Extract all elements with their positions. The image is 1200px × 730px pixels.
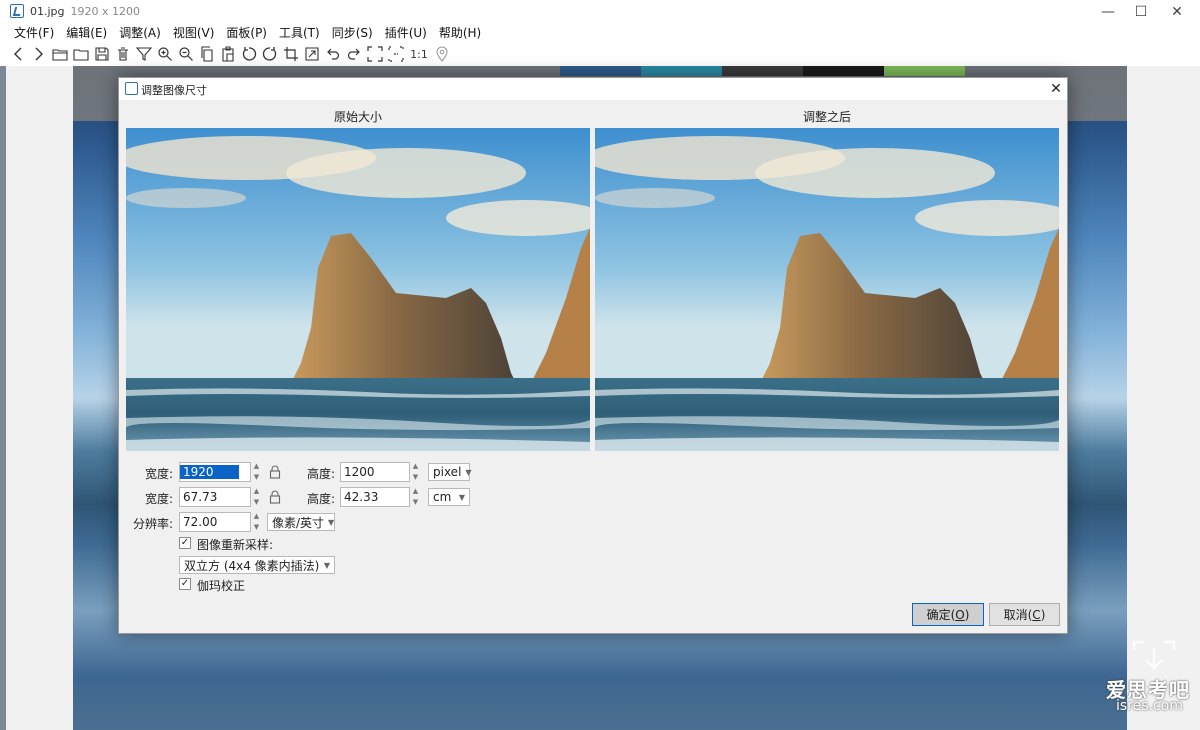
cm-height-input[interactable] [341, 490, 409, 504]
resized-preview-image [595, 128, 1059, 451]
redo-icon[interactable] [344, 44, 364, 64]
lock-aspect-icon[interactable] [268, 465, 282, 482]
location-icon[interactable] [432, 44, 452, 64]
folder-icon[interactable] [71, 44, 91, 64]
desktop-strip [0, 66, 6, 730]
actual-size-icon[interactable]: 1:1 [407, 44, 431, 64]
menu-adjust[interactable]: 调整(A) [113, 24, 167, 42]
pixel-height-label: 高度: [306, 467, 335, 481]
cm-height-spinner[interactable]: ▲ ▼ [410, 487, 421, 507]
cm-width-label: 宽度: [144, 492, 173, 506]
resolution-input[interactable] [180, 515, 250, 529]
zoom-out-icon[interactable] [176, 44, 196, 64]
window-title: 01.jpg 1920 x 1200 [30, 5, 140, 18]
resize-icon[interactable] [302, 44, 322, 64]
delete-icon[interactable] [113, 44, 133, 64]
fit-icon[interactable] [365, 44, 385, 64]
thumbnail[interactable] [641, 66, 722, 76]
chevron-down-icon: ▼ [328, 517, 335, 527]
app-icon [10, 4, 24, 18]
dialog-app-icon [125, 82, 138, 95]
cm-height-label: 高度: [306, 492, 335, 506]
resample-checkbox[interactable]: ✓ [179, 537, 191, 549]
watermark-logo-icon [1130, 640, 1178, 676]
watermark-url: isres.com [1116, 698, 1183, 714]
pixel-height-input[interactable] [341, 465, 409, 479]
open-folder-icon[interactable] [50, 44, 70, 64]
fit-width-icon[interactable] [386, 44, 406, 64]
rotate-left-icon[interactable] [239, 44, 259, 64]
window-titlebar: 01.jpg 1920 x 1200 — ☐ ✕ [0, 0, 1200, 24]
cm-width-input[interactable] [180, 490, 250, 504]
pixel-height-field[interactable] [340, 462, 410, 482]
menu-panel[interactable]: 面板(P) [220, 24, 273, 42]
menu-plugins[interactable]: 插件(U) [379, 24, 433, 42]
filter-icon[interactable] [134, 44, 154, 64]
back-icon[interactable] [8, 44, 28, 64]
menu-file[interactable]: 文件(F) [0, 24, 60, 42]
paste-icon[interactable] [218, 44, 238, 64]
zoom-in-icon[interactable] [155, 44, 175, 64]
pixel-width-label: 宽度: [144, 467, 173, 481]
undo-icon[interactable] [323, 44, 343, 64]
cm-height-field[interactable] [340, 487, 410, 507]
menu-sync[interactable]: 同步(S) [326, 24, 379, 42]
cancel-button[interactable]: 取消(C) [989, 603, 1060, 626]
thumbnail[interactable] [803, 66, 884, 76]
dialog-titlebar: 调整图像尺寸 ✕ [119, 78, 1067, 100]
thumbnail[interactable] [722, 66, 803, 76]
resolution-label: 分辨率: [132, 517, 173, 531]
resample-label: 图像重新采样: [197, 538, 274, 552]
gamma-checkbox[interactable]: ✓ [179, 578, 191, 590]
image-dimensions: 1920 x 1200 [70, 5, 141, 18]
menu-bar: 文件(F) 编辑(E) 调整(A) 视图(V) 面板(P) 工具(T) 同步(S… [0, 24, 1200, 42]
cm-width-spinner[interactable]: ▲ ▼ [251, 487, 262, 507]
close-button[interactable]: ✕ [1154, 0, 1200, 24]
file-name: 01.jpg [30, 5, 65, 18]
thumbnail[interactable] [884, 66, 965, 76]
after-resize-caption: 调整之后 [802, 110, 851, 124]
cm-width-field[interactable] [179, 487, 251, 507]
resolution-field[interactable] [179, 512, 251, 532]
thumbnail[interactable] [560, 66, 641, 76]
original-preview-image [126, 128, 590, 451]
toolbar: 1:1 [0, 42, 1200, 66]
cm-unit-select[interactable]: cm ▼ [428, 488, 470, 506]
save-icon[interactable] [92, 44, 112, 64]
original-size-caption: 原始大小 [333, 110, 382, 124]
menu-edit[interactable]: 编辑(E) [60, 24, 113, 42]
pixel-width-spinner[interactable]: ▲ ▼ [251, 462, 262, 482]
resample-method-select[interactable]: 双立方 (4x4 像素内插法) ▼ [179, 556, 335, 574]
pixel-unit-select[interactable]: pixel ▼ [428, 463, 472, 481]
chevron-down-icon: ▼ [323, 560, 330, 570]
ok-button[interactable]: 确定(O) [912, 603, 984, 626]
dialog-title: 调整图像尺寸 [141, 84, 207, 97]
rotate-right-icon[interactable] [260, 44, 280, 64]
gamma-label: 伽玛校正 [197, 579, 246, 593]
chevron-down-icon: ▼ [458, 492, 465, 502]
forward-icon[interactable] [29, 44, 49, 64]
menu-help[interactable]: 帮助(H) [433, 24, 487, 42]
resize-image-dialog: 调整图像尺寸 ✕ 原始大小 调整之后 宽度: 1920 ▲ ▼ 高度: 1200… [118, 77, 1068, 634]
menu-view[interactable]: 视图(V) [167, 24, 221, 42]
pixel-width-input[interactable] [180, 465, 239, 479]
pixel-width-field[interactable] [179, 462, 251, 482]
crop-icon[interactable] [281, 44, 301, 64]
copy-icon[interactable] [197, 44, 217, 64]
dialog-close-button[interactable]: ✕ [1045, 78, 1067, 100]
resolution-unit-select[interactable]: 像素/英寸 ▼ [267, 513, 335, 531]
chevron-down-icon: ▼ [465, 467, 472, 477]
pixel-height-spinner[interactable]: ▲ ▼ [410, 462, 421, 482]
lock-aspect-icon[interactable] [268, 490, 282, 507]
menu-tools[interactable]: 工具(T) [273, 24, 326, 42]
thumbnails [560, 66, 965, 76]
resolution-spinner[interactable]: ▲ ▼ [251, 512, 262, 532]
